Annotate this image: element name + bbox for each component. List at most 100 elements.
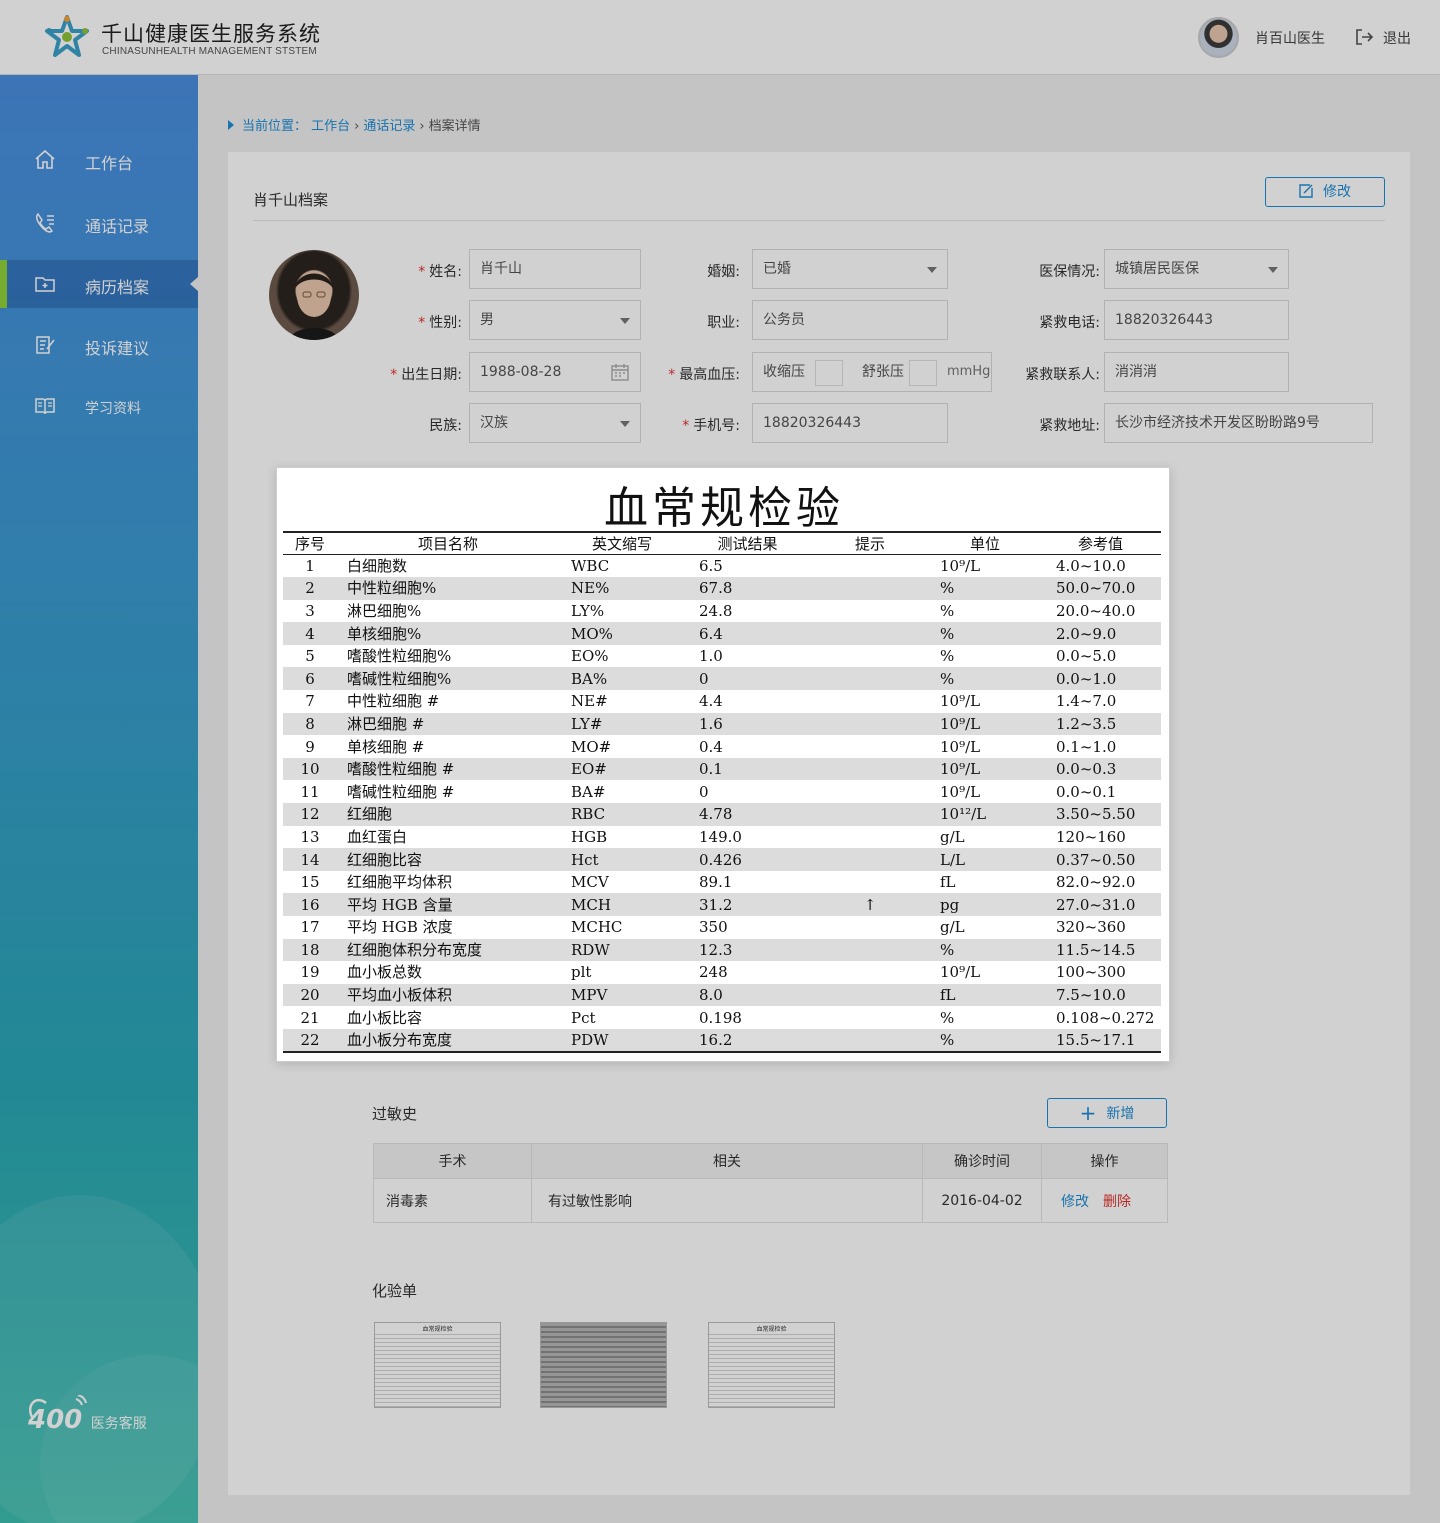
- table-cell: [810, 600, 930, 623]
- required-mark: *: [418, 264, 426, 280]
- table-cell: NE%: [559, 577, 685, 600]
- user-name[interactable]: 肖百山医生: [1255, 28, 1325, 48]
- plus-icon: +: [1079, 1101, 1097, 1125]
- lab-sheet-thumbnail[interactable]: 血常规检验: [374, 1322, 501, 1408]
- breadcrumb-item-call-records[interactable]: 通话记录: [363, 119, 415, 134]
- sidebar-item-workbench[interactable]: 工作台: [0, 136, 198, 184]
- table-cell: 320~360: [1056, 918, 1126, 937]
- table-row: 15 红细胞平均体积 MCV 89.1 fL 82.0~92.0: [283, 871, 1161, 894]
- table-cell: 6: [283, 667, 337, 691]
- logout-icon[interactable]: [1354, 27, 1374, 47]
- table-cell: pg: [930, 893, 1040, 916]
- table-cell: [810, 1006, 930, 1029]
- table-cell: 4.0~10.0: [1056, 557, 1126, 576]
- table-cell: 16: [283, 893, 337, 916]
- table-cell: 11: [300, 782, 320, 801]
- birth-date-field[interactable]: 1988-08-28: [469, 352, 641, 392]
- table-row: 22 血小板分布宽度 PDW 16.2% 15.5~17.1: [283, 1028, 1161, 1052]
- sidebar-item-complaints[interactable]: 投诉建议: [0, 321, 198, 369]
- user-avatar[interactable]: [1198, 17, 1239, 58]
- table-cell: 10⁹/L: [940, 737, 981, 756]
- logout-button[interactable]: 退出: [1383, 28, 1411, 48]
- table-cell: 0: [699, 782, 709, 801]
- table-row: 18 红细胞体积分布宽度 RDW 12.3% 11.5~14.5: [283, 938, 1161, 962]
- chevron-down-icon: [1268, 267, 1278, 273]
- table-cell: 中性粒细胞%: [337, 577, 559, 600]
- heart-phone-icon: [29, 1395, 87, 1418]
- table-cell: [810, 848, 930, 871]
- breadcrumb-item-workbench[interactable]: 工作台: [311, 119, 350, 134]
- table-cell: 血小板分布宽度: [337, 1028, 559, 1052]
- edit-link[interactable]: 修改: [1061, 1194, 1089, 1210]
- required-mark: *: [390, 367, 398, 383]
- table-row: 10 嗜酸性粒细胞 # EO# 0.1 10⁹/L 0.0~0.3: [283, 757, 1161, 781]
- lab-report-preview[interactable]: 血常规检验 序号 项目名称 英文缩写 测试结果 提示 单位 参考值 1 白细胞数 WBC 6.5 1…: [276, 467, 1170, 1062]
- table-cell: [810, 871, 930, 894]
- table-cell: 13: [300, 827, 320, 846]
- table-cell: WBC: [571, 557, 610, 576]
- phone-field[interactable]: 18820326443: [752, 403, 948, 443]
- table-row: 6 嗜碱性粒细胞% BA% 0% 0.0~1.0: [283, 667, 1161, 691]
- column-header: 序号: [283, 532, 337, 555]
- table-cell: 9: [305, 737, 315, 756]
- table-cell: 20.0~40.0: [1056, 601, 1136, 620]
- table-cell: 0: [685, 667, 810, 691]
- table-cell: 4.4: [699, 692, 723, 711]
- table-cell: 0.0~5.0: [1056, 647, 1117, 666]
- app-logo-icon: [45, 15, 89, 57]
- insurance-select[interactable]: 城镇居民医保: [1104, 249, 1289, 289]
- sidebar-item-medical-records[interactable]: 病历档案: [0, 260, 198, 308]
- emergency-phone-field[interactable]: 18820326443: [1104, 300, 1289, 340]
- emergency-contact-field[interactable]: 消消消: [1104, 352, 1289, 392]
- lab-sheet-thumbnail[interactable]: [540, 1322, 667, 1408]
- table-cell: [810, 645, 930, 668]
- table-cell: %: [930, 938, 1040, 962]
- table-cell: 0.0~0.3: [1040, 757, 1161, 781]
- job-field[interactable]: 公务员: [752, 300, 948, 340]
- sidebar-item-call-records[interactable]: 通话记录: [0, 199, 198, 247]
- table-cell: 单核细胞%: [337, 622, 559, 645]
- bp-diastolic-input[interactable]: [909, 360, 937, 386]
- lab-report-title: 血常规检验: [604, 483, 844, 534]
- patient-photo-icon: [289, 273, 339, 340]
- table-cell: 350: [699, 918, 728, 937]
- table-cell: fL: [940, 873, 956, 892]
- column-header: 测试结果: [685, 532, 810, 555]
- marriage-select[interactable]: 已婚: [752, 249, 948, 289]
- bp-systolic-input[interactable]: [815, 360, 843, 386]
- gender-select[interactable]: 男: [469, 300, 641, 340]
- table-cell: 4.78: [685, 803, 810, 826]
- chevron-down-icon: [620, 318, 630, 324]
- table-cell: 248: [699, 963, 728, 982]
- edit-profile-button[interactable]: 修改: [1265, 177, 1385, 207]
- table-cell: 0.0~1.0: [1040, 667, 1161, 691]
- name-field[interactable]: 肖千山: [469, 249, 641, 289]
- service-text: 医务客服: [90, 1416, 147, 1432]
- add-allergy-button[interactable]: + 新增: [1047, 1098, 1167, 1128]
- surgery-cell: 消毒素: [373, 1178, 532, 1223]
- table-cell: ↑: [810, 893, 930, 916]
- column-header: 英文缩写: [559, 532, 685, 555]
- table-cell: 嗜酸性粒细胞%: [347, 647, 452, 666]
- delete-link[interactable]: 删除: [1103, 1194, 1131, 1210]
- breadcrumb-separator-icon: ›: [354, 119, 360, 134]
- lab-sheet-thumbnail[interactable]: 血常规检验: [708, 1322, 835, 1408]
- emergency-address-label: 紧救地址:: [1039, 418, 1100, 434]
- sidebar-item-learning[interactable]: 学习资料: [0, 382, 198, 430]
- table-cell: 10⁹/L: [940, 963, 981, 982]
- table-cell: %: [940, 1008, 955, 1027]
- customer-service-logo[interactable]: 400 医务客服: [28, 1395, 147, 1435]
- table-cell: %: [930, 577, 1040, 600]
- table-cell: MO#: [571, 737, 612, 756]
- column-header: 操作: [1041, 1143, 1168, 1179]
- table-cell: 1.0: [699, 647, 723, 666]
- table-cell: LY#: [559, 712, 685, 736]
- ethnic-select[interactable]: 汉族: [469, 403, 641, 443]
- table-cell: 7.5~10.0: [1040, 983, 1161, 1007]
- table-cell: 0.108~0.272: [1056, 1008, 1155, 1027]
- table-cell: 120~160: [1056, 827, 1126, 846]
- emergency-phone-label: 紧救电话:: [1039, 315, 1100, 331]
- calendar-icon[interactable]: [610, 362, 630, 382]
- emergency-address-field[interactable]: 长沙市经济技术开发区盼盼路9号: [1104, 403, 1373, 443]
- column-header: 确诊时间: [922, 1143, 1042, 1179]
